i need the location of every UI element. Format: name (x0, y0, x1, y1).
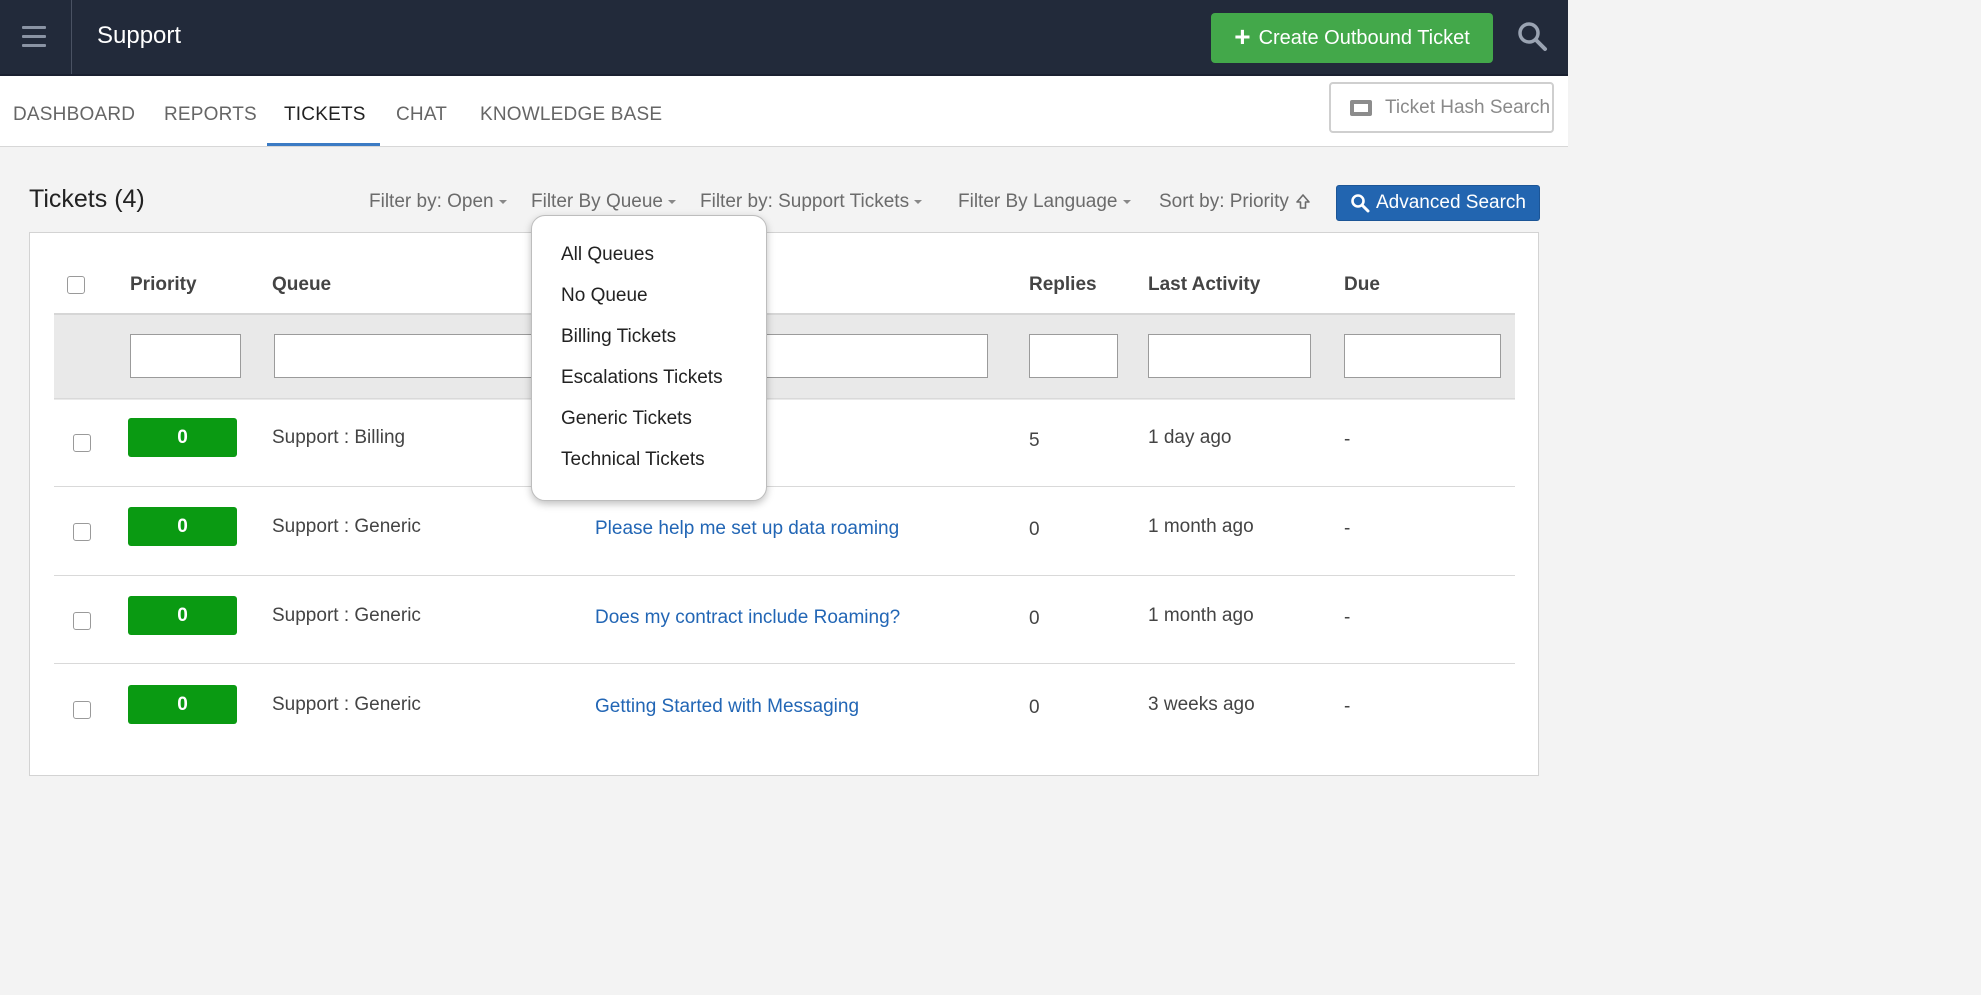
search-icon[interactable] (1516, 20, 1548, 52)
filter-language-dropdown[interactable]: Filter By Language (958, 191, 1131, 213)
sort-dropdown[interactable]: Sort by: Priority (1159, 191, 1311, 213)
column-header-due[interactable]: Due (1344, 274, 1380, 296)
filter-type-label: Filter by: Support Tickets (700, 191, 910, 212)
ticket-hash-search (1329, 82, 1554, 133)
caret-down-icon (914, 199, 923, 204)
last-activity-cell: 1 month ago (1148, 516, 1254, 537)
tab-dashboard[interactable]: DASHBOARD (13, 104, 135, 126)
create-outbound-ticket-label: Create Outbound Ticket (1258, 26, 1470, 49)
last-activity-cell: 3 weeks ago (1148, 694, 1255, 715)
menu-item-no-queue[interactable]: No Queue (561, 285, 648, 307)
top-bar: Support + Create Outbound Ticket (0, 0, 1568, 76)
priority-badge: 0 (128, 507, 237, 546)
row-divider (54, 663, 1515, 664)
row-divider (54, 575, 1515, 576)
replies-cell: 5 (1029, 430, 1040, 451)
advanced-search-button[interactable]: Advanced Search (1336, 185, 1540, 221)
filter-status-dropdown[interactable]: Filter by: Open (369, 191, 507, 213)
due-cell: - (1344, 607, 1351, 628)
replies-cell: 0 (1029, 608, 1040, 629)
filter-type-dropdown[interactable]: Filter by: Support Tickets (700, 191, 923, 213)
caret-down-icon (498, 199, 507, 204)
row-checkbox[interactable] (73, 612, 91, 630)
priority-badge: 0 (128, 596, 237, 635)
menu-item-all-queues[interactable]: All Queues (561, 244, 654, 266)
row-divider (54, 398, 1515, 399)
due-cell: - (1344, 429, 1351, 450)
due-cell: - (1344, 696, 1351, 717)
menu-item-escalations-tickets[interactable]: Escalations Tickets (561, 367, 723, 389)
tab-tickets[interactable]: TICKETS (284, 104, 366, 126)
row-divider (54, 486, 1515, 487)
row-checkbox[interactable] (73, 701, 91, 719)
row-checkbox[interactable] (73, 434, 91, 452)
tab-chat[interactable]: CHAT (396, 104, 447, 126)
column-header-last-activity[interactable]: Last Activity (1148, 274, 1260, 296)
column-header-replies[interactable]: Replies (1029, 274, 1097, 296)
ticket-subject-link[interactable]: Does my contract include Roaming? (595, 607, 900, 629)
priority-badge: 0 (128, 418, 237, 457)
advanced-search-label: Advanced Search (1376, 192, 1526, 213)
topbar-divider (71, 0, 72, 74)
tickets-title: Tickets (4) (29, 185, 145, 213)
filter-status-label: Filter by: Open (369, 191, 494, 212)
ticket-icon (1350, 100, 1372, 116)
queue-cell: Support : Generic (272, 605, 421, 626)
queue-cell: Support : Billing (272, 427, 406, 448)
select-all-checkbox[interactable] (67, 276, 85, 294)
due-cell: - (1344, 518, 1351, 539)
column-header-priority[interactable]: Priority (130, 274, 197, 296)
row-checkbox[interactable] (73, 523, 91, 541)
search-icon (1351, 194, 1370, 213)
last-activity-filter-input[interactable] (1148, 334, 1311, 378)
filter-language-label: Filter By Language (958, 191, 1118, 212)
create-outbound-ticket-button[interactable]: + Create Outbound Ticket (1211, 13, 1493, 63)
nav-bar: DASHBOARD REPORTS TICKETS CHAT KNOWLEDGE… (0, 76, 1568, 147)
menu-item-generic-tickets[interactable]: Generic Tickets (561, 408, 692, 430)
menu-item-technical-tickets[interactable]: Technical Tickets (561, 449, 705, 471)
ticket-subject-link[interactable]: Please help me set up data roaming (595, 518, 899, 540)
sort-label: Sort by: Priority (1159, 191, 1289, 212)
sort-arrow-up-icon (1296, 194, 1310, 209)
caret-down-icon (668, 199, 676, 204)
tab-reports[interactable]: REPORTS (164, 104, 257, 126)
column-header-queue[interactable]: Queue (272, 274, 331, 296)
last-activity-cell: 1 month ago (1148, 605, 1254, 626)
queue-cell: Support : Generic (272, 516, 421, 537)
active-tab-indicator (267, 143, 380, 146)
replies-cell: 0 (1029, 697, 1040, 718)
tab-knowledge-base[interactable]: KNOWLEDGE BASE (480, 104, 662, 126)
hamburger-icon[interactable] (22, 26, 46, 48)
caret-down-icon (1122, 199, 1131, 204)
due-filter-input[interactable] (1344, 334, 1501, 378)
menu-item-billing-tickets[interactable]: Billing Tickets (561, 326, 676, 348)
plus-icon: + (1234, 20, 1251, 52)
ticket-subject-link[interactable]: Getting Started with Messaging (595, 696, 859, 718)
filter-queue-label: Filter By Queue (531, 191, 663, 212)
replies-filter-input[interactable] (1029, 334, 1118, 378)
app-title: Support (97, 22, 182, 49)
filter-queue-dropdown[interactable]: Filter By Queue (531, 191, 676, 213)
priority-filter-input[interactable] (130, 334, 241, 378)
queue-cell: Support : Generic (272, 694, 421, 715)
queue-filter-menu: All Queues No Queue Billing Tickets Esca… (531, 215, 767, 501)
ticket-hash-search-input[interactable] (1385, 92, 1552, 124)
replies-cell: 0 (1029, 519, 1040, 540)
last-activity-cell: 1 day ago (1148, 427, 1232, 448)
priority-badge: 0 (128, 685, 237, 724)
